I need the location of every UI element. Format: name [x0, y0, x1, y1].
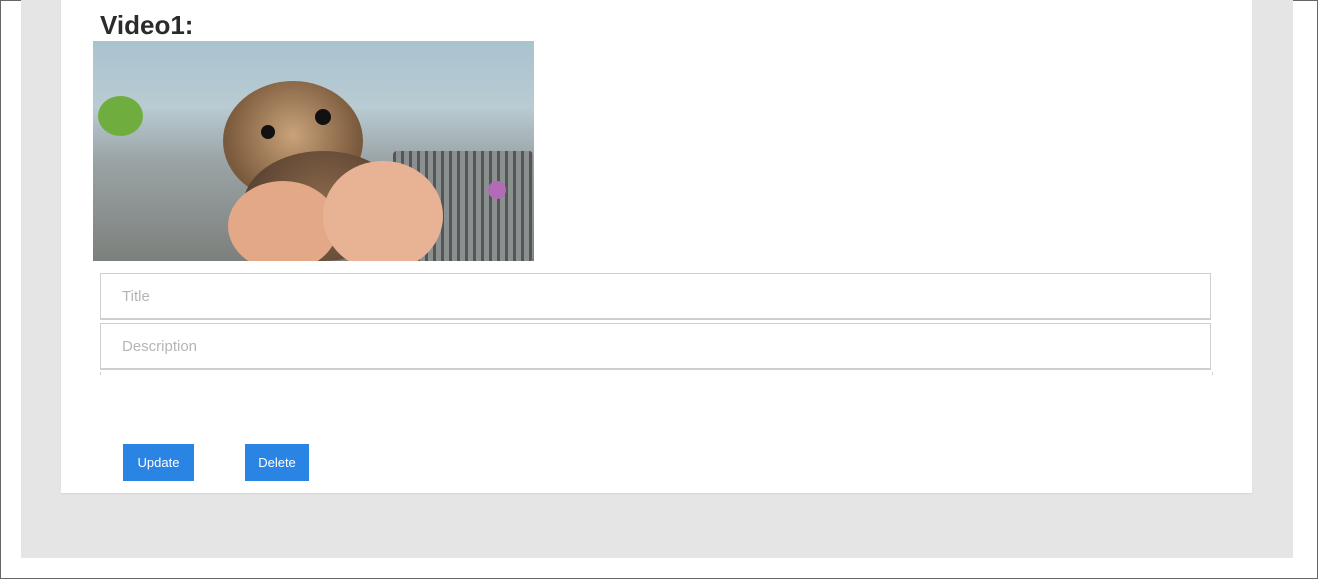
update-button[interactable]: Update [123, 444, 194, 481]
description-input[interactable] [100, 323, 1211, 370]
title-input[interactable] [100, 273, 1211, 320]
field-divider [100, 372, 1213, 375]
video-thumbnail [93, 41, 534, 261]
video-card: Video1: Update Delete [61, 0, 1252, 493]
video-heading: Video1: [100, 10, 194, 40]
delete-button[interactable]: Delete [245, 444, 309, 481]
